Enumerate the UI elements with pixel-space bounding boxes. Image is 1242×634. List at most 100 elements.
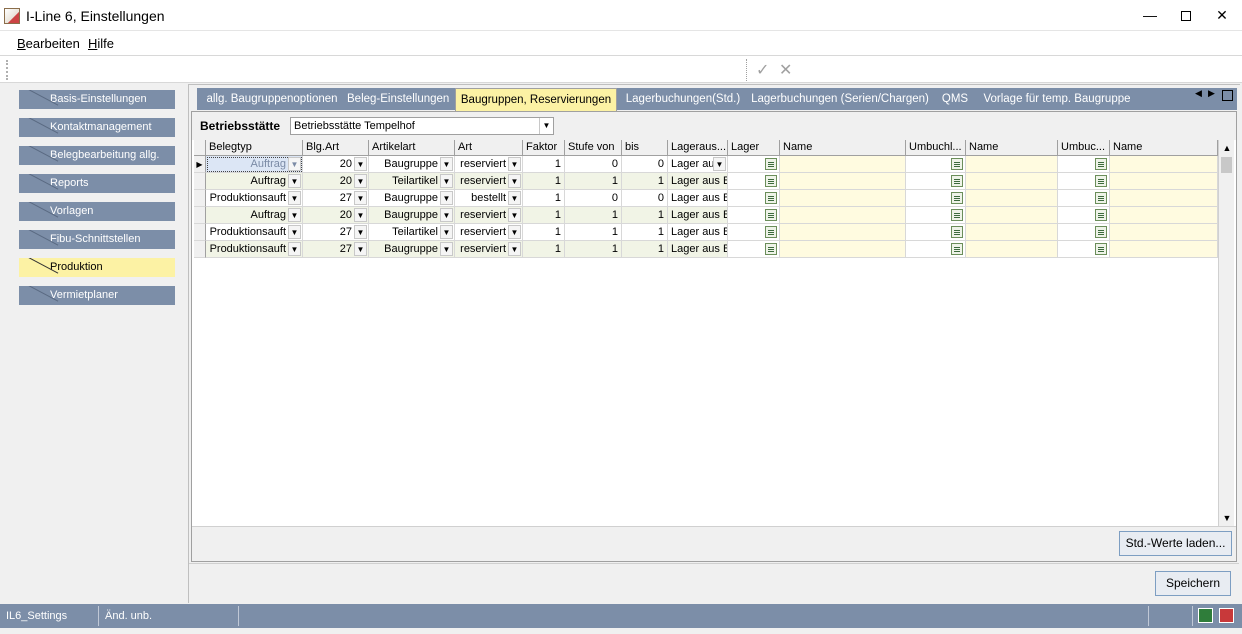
cell-umbuc[interactable] <box>1058 156 1110 173</box>
lookup-list-icon[interactable] <box>951 158 963 170</box>
table-row[interactable]: Auftrag ▼ 20 ▼ Baugruppe ▼ reserviert ▼ 1 1 1 Lager… <box>194 207 1218 224</box>
cell-stufe-von[interactable]: 1 <box>565 173 622 190</box>
menu-bearbeiten[interactable]: Bearbeiten <box>17 36 80 51</box>
tab-allg-baugruppenoptionen[interactable]: allg. Baugruppenoptionen <box>203 88 341 110</box>
chevron-down-icon[interactable]: ▼ <box>508 242 521 256</box>
cell-faktor[interactable]: 1 <box>523 156 565 173</box>
sidebar-item-vorlagen[interactable]: Vorlagen <box>19 202 175 221</box>
lookup-list-icon[interactable] <box>765 192 777 204</box>
cell-name-2[interactable] <box>966 207 1058 224</box>
row-selector[interactable] <box>194 190 206 207</box>
cell-lageraus[interactable]: Lager aus B <box>668 173 728 190</box>
sidebar-item-kontaktmanagement[interactable]: Kontaktmanagement <box>19 118 175 137</box>
cell-art[interactable]: reserviert ▼ <box>455 207 523 224</box>
cell-faktor[interactable]: 1 <box>523 173 565 190</box>
cell-artikelart[interactable]: Baugruppe ▼ <box>369 207 455 224</box>
row-selector[interactable] <box>194 241 206 258</box>
lookup-list-icon[interactable] <box>1095 243 1107 255</box>
cell-lager[interactable] <box>728 156 780 173</box>
scroll-down-icon[interactable]: ▼ <box>1219 510 1235 526</box>
cell-name-3[interactable] <box>1110 156 1218 173</box>
tab-scroll-left-icon[interactable]: ◀ <box>1195 88 1202 99</box>
sidebar-item-produktion[interactable]: Produktion <box>19 258 175 277</box>
cell-lageraus[interactable]: Lager aus B <box>668 190 728 207</box>
table-row[interactable]: Auftrag ▼ 20 ▼ Teilartikel ▼ reserviert ▼ 1 1 1 Lag… <box>194 173 1218 190</box>
confirm-check-icon[interactable]: ✓ <box>756 60 769 80</box>
table-row[interactable]: Produktionsauft ▼ 27 ▼ Baugruppe ▼ bestellt ▼ 1 0… <box>194 190 1218 207</box>
cell-lager[interactable] <box>728 190 780 207</box>
col-header-umbuc[interactable]: Umbuc... <box>1058 140 1110 156</box>
chevron-down-icon[interactable]: ▼ <box>354 157 367 171</box>
chevron-down-icon[interactable]: ▼ <box>508 191 521 205</box>
cell-lageraus[interactable]: Lager aus B <box>668 241 728 258</box>
app-icon[interactable] <box>4 8 20 24</box>
lookup-list-icon[interactable] <box>1095 209 1107 221</box>
col-header-name-3[interactable]: Name <box>1110 140 1218 156</box>
toolbar-grip[interactable] <box>6 60 8 80</box>
chevron-down-icon[interactable]: ▼ <box>288 242 301 256</box>
cell-belegtyp[interactable]: Produktionsauft ▼ <box>206 224 303 241</box>
cell-blgart[interactable]: 27 ▼ <box>303 190 369 207</box>
cell-stufe-von[interactable]: 0 <box>565 190 622 207</box>
chevron-down-icon[interactable]: ▼ <box>440 157 453 171</box>
chevron-down-icon[interactable]: ▼ <box>288 157 301 171</box>
chevron-down-icon[interactable]: ▼ <box>508 225 521 239</box>
lookup-list-icon[interactable] <box>765 209 777 221</box>
cell-name-1[interactable] <box>780 224 906 241</box>
cell-art[interactable]: reserviert ▼ <box>455 173 523 190</box>
cell-name-2[interactable] <box>966 190 1058 207</box>
col-header-stufe-von[interactable]: Stufe von <box>565 140 622 156</box>
cell-name-2[interactable] <box>966 224 1058 241</box>
lookup-list-icon[interactable] <box>1095 192 1107 204</box>
lookup-list-icon[interactable] <box>1095 158 1107 170</box>
cell-umbuchl[interactable] <box>906 241 966 258</box>
tab-vorlage-temp-baugruppe[interactable]: Vorlage für temp. Baugruppe <box>983 88 1131 110</box>
col-header-artikelart[interactable]: Artikelart <box>369 140 455 156</box>
cell-faktor[interactable]: 1 <box>523 241 565 258</box>
minimize-button[interactable]: — <box>1132 2 1168 29</box>
cell-belegtyp[interactable]: Auftrag ▼ <box>206 173 303 190</box>
cell-artikelart[interactable]: Baugruppe ▼ <box>369 190 455 207</box>
cell-belegtyp[interactable]: Auftrag ▼ <box>206 207 303 224</box>
row-selector[interactable] <box>194 224 206 241</box>
cell-lageraus[interactable]: Lager au ▼ <box>668 156 728 173</box>
lookup-list-icon[interactable] <box>765 226 777 238</box>
pdf-export-icon[interactable] <box>1219 608 1234 623</box>
lookup-list-icon[interactable] <box>1095 226 1107 238</box>
cell-name-3[interactable] <box>1110 190 1218 207</box>
cell-umbuchl[interactable] <box>906 207 966 224</box>
cell-artikelart[interactable]: Baugruppe ▼ <box>369 241 455 258</box>
cell-lager[interactable] <box>728 207 780 224</box>
tab-baugruppen-reservierungen[interactable]: Baugruppen, Reservierungen <box>455 88 617 111</box>
cell-faktor[interactable]: 1 <box>523 190 565 207</box>
lookup-list-icon[interactable] <box>765 243 777 255</box>
cell-stufe-von[interactable]: 1 <box>565 241 622 258</box>
cell-lageraus[interactable]: Lager aus B <box>668 207 728 224</box>
row-selector[interactable] <box>194 207 206 224</box>
cell-umbuc[interactable] <box>1058 224 1110 241</box>
cell-lager[interactable] <box>728 224 780 241</box>
chevron-down-icon[interactable]: ▼ <box>440 242 453 256</box>
tab-scroll-right-icon[interactable]: ▶ <box>1208 88 1215 99</box>
row-selector[interactable]: ▶ <box>194 156 206 173</box>
lookup-list-icon[interactable] <box>951 243 963 255</box>
cell-bis[interactable]: 1 <box>622 241 668 258</box>
col-header-blgart[interactable]: Blg.Art <box>303 140 369 156</box>
sidebar-item-basis-einstellungen[interactable]: Basis-Einstellungen <box>19 90 175 109</box>
cell-art[interactable]: reserviert ▼ <box>455 224 523 241</box>
cell-stufe-von[interactable]: 1 <box>565 207 622 224</box>
close-button[interactable]: ✕ <box>1204 2 1240 29</box>
col-header-lager[interactable]: Lager <box>728 140 780 156</box>
maximize-button[interactable] <box>1168 2 1204 29</box>
cell-belegtyp[interactable]: Produktionsauft ▼ <box>206 241 303 258</box>
cell-name-3[interactable] <box>1110 241 1218 258</box>
cell-lager[interactable] <box>728 173 780 190</box>
chevron-down-icon[interactable]: ▼ <box>713 157 726 171</box>
tab-qms[interactable]: QMS <box>935 88 975 110</box>
chevron-down-icon[interactable]: ▼ <box>440 174 453 188</box>
col-header-name-2[interactable]: Name <box>966 140 1058 156</box>
cell-umbuc[interactable] <box>1058 190 1110 207</box>
col-header-art[interactable]: Art <box>455 140 523 156</box>
tab-list-icon[interactable] <box>1222 90 1233 101</box>
cell-bis[interactable]: 1 <box>622 207 668 224</box>
